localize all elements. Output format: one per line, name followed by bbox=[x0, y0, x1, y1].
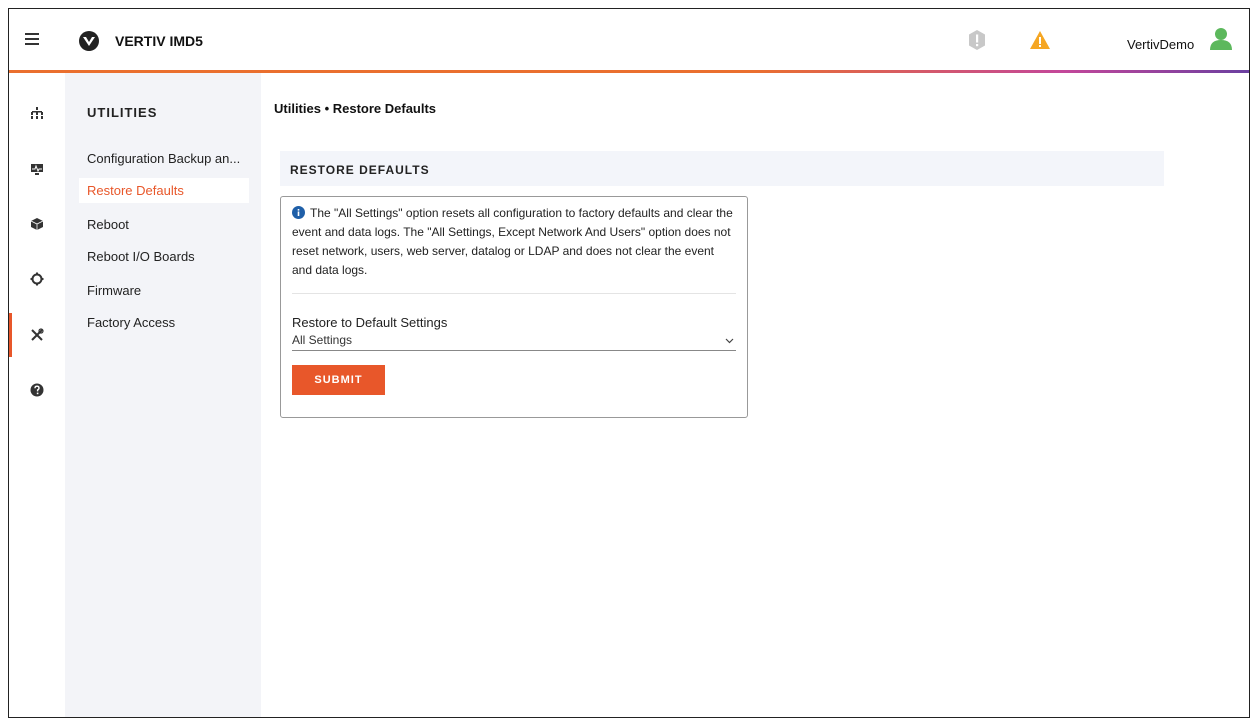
menu-icon[interactable] bbox=[25, 33, 39, 45]
rail-item-help[interactable] bbox=[9, 368, 65, 412]
app-title: VERTIV IMD5 bbox=[115, 33, 203, 49]
section-header: RESTORE DEFAULTS bbox=[280, 151, 1164, 186]
gear-icon bbox=[30, 272, 44, 286]
cube-icon bbox=[30, 218, 44, 230]
rail-item-utilities[interactable] bbox=[9, 313, 65, 357]
icon-rail bbox=[9, 73, 65, 717]
section-title: RESTORE DEFAULTS bbox=[290, 163, 430, 177]
breadcrumb: Utilities • Restore Defaults bbox=[274, 101, 437, 116]
help-icon bbox=[30, 383, 44, 397]
sidebar-item-restore-defaults[interactable]: Restore Defaults bbox=[79, 178, 249, 203]
rail-item-settings[interactable] bbox=[9, 257, 65, 301]
monitor-icon bbox=[31, 164, 43, 175]
sidebar-item-reboot[interactable]: Reboot bbox=[79, 212, 249, 237]
top-header: VERTIV IMD5 VertivDemo bbox=[9, 9, 1249, 73]
info-text: The "All Settings" option resets all con… bbox=[292, 206, 733, 277]
info-message: The "All Settings" option resets all con… bbox=[292, 204, 737, 280]
rail-item-monitor[interactable] bbox=[9, 147, 65, 191]
user-icon[interactable] bbox=[1209, 27, 1233, 51]
sidebar: UTILITIES Configuration Backup an... Res… bbox=[65, 73, 261, 717]
restore-settings-label: Restore to Default Settings bbox=[292, 315, 448, 330]
card-divider bbox=[292, 293, 736, 294]
info-icon bbox=[292, 206, 305, 219]
restore-settings-select[interactable]: All Settings bbox=[292, 331, 736, 351]
chevron-down-icon bbox=[725, 338, 734, 344]
sidebar-heading: UTILITIES bbox=[87, 105, 158, 120]
alarm-critical-icon[interactable] bbox=[967, 29, 987, 51]
rail-item-hierarchy[interactable] bbox=[9, 91, 65, 135]
tools-icon bbox=[31, 328, 44, 341]
submit-button[interactable]: SUBMIT bbox=[292, 365, 385, 395]
restore-defaults-card: The "All Settings" option resets all con… bbox=[280, 196, 748, 418]
alarm-warning-icon[interactable] bbox=[1029, 30, 1051, 50]
sidebar-item-factory-access[interactable]: Factory Access bbox=[79, 310, 249, 335]
vertiv-logo-icon[interactable] bbox=[79, 31, 99, 51]
restore-settings-value: All Settings bbox=[292, 333, 353, 347]
rail-item-devices[interactable] bbox=[9, 202, 65, 246]
app-window: VERTIV IMD5 VertivDemo UTILITIES Configu… bbox=[8, 8, 1250, 718]
sidebar-item-firmware[interactable]: Firmware bbox=[79, 278, 249, 303]
hierarchy-icon bbox=[31, 107, 43, 119]
main-content: Utilities • Restore Defaults RESTORE DEF… bbox=[261, 73, 1249, 717]
username[interactable]: VertivDemo bbox=[1127, 37, 1194, 52]
sidebar-item-configuration-backup[interactable]: Configuration Backup an... bbox=[79, 146, 249, 171]
sidebar-item-reboot-io-boards[interactable]: Reboot I/O Boards bbox=[79, 244, 249, 269]
